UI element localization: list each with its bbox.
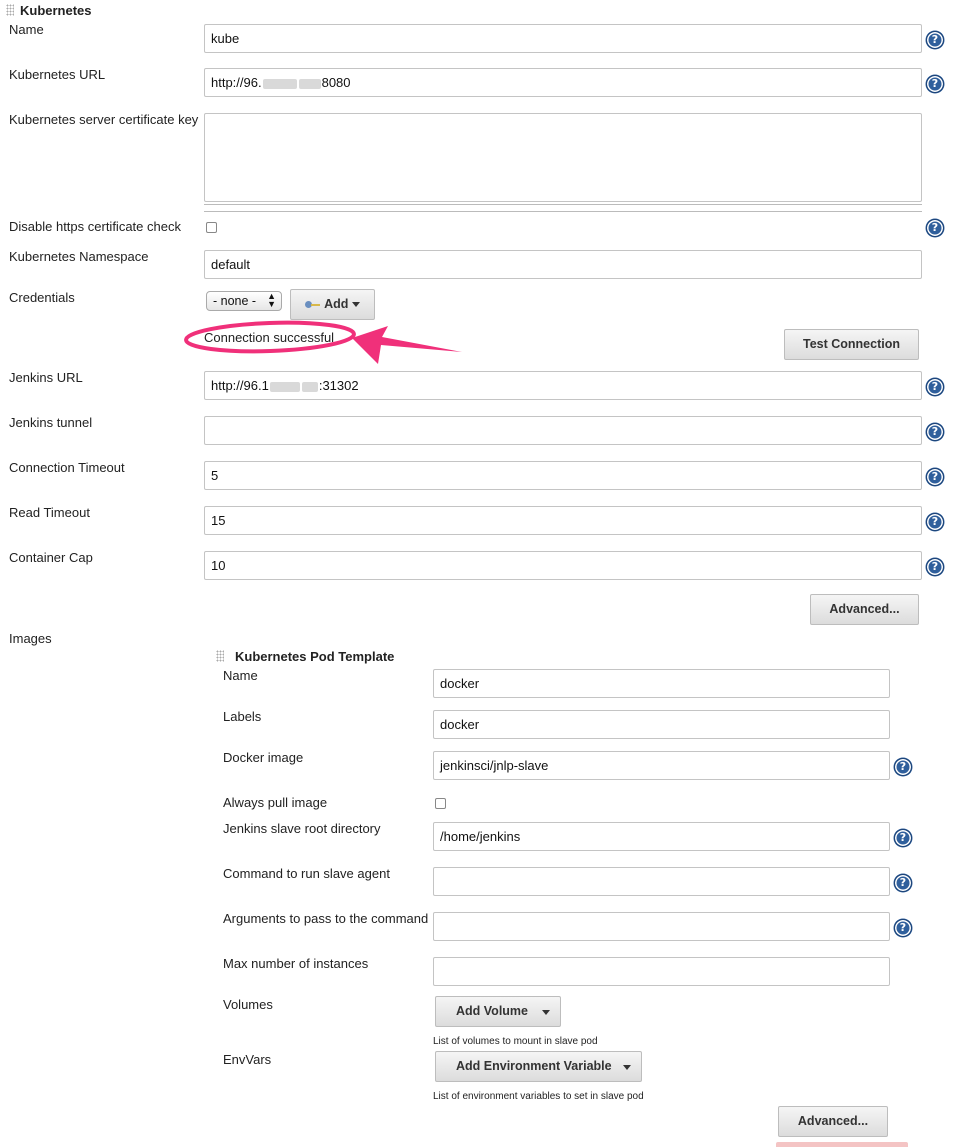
drag-handle-icon[interactable] <box>6 4 14 16</box>
annotation-arrow <box>184 320 462 364</box>
updown-icon: ▲ ▼ <box>267 291 276 309</box>
jenkins-tunnel-label: Jenkins tunnel <box>9 415 93 430</box>
section-title-pod-template: Kubernetes Pod Template <box>235 649 395 664</box>
command-input[interactable] <box>433 867 890 896</box>
jenkins-tunnel-input[interactable] <box>204 416 922 445</box>
images-label: Images <box>9 631 52 646</box>
read-timeout-input[interactable]: 15 <box>204 506 922 535</box>
redacted-blur <box>301 381 318 392</box>
redacted-blur <box>262 78 297 89</box>
help-icon[interactable]: ? <box>894 874 912 892</box>
namespace-input[interactable]: default <box>204 250 922 279</box>
arguments-label: Arguments to pass to the command <box>223 911 429 926</box>
volumes-label: Volumes <box>223 997 273 1012</box>
chevron-down-icon <box>351 302 360 308</box>
redacted-blur <box>269 381 300 392</box>
add-envvar-label: Add Environment Variable <box>456 1059 612 1073</box>
help-icon[interactable]: ? <box>926 423 944 441</box>
help-icon[interactable]: ? <box>926 75 944 93</box>
container-cap-label: Container Cap <box>9 550 93 565</box>
help-icon[interactable]: ? <box>926 558 944 576</box>
max-instances-label: Max number of instances <box>223 956 369 971</box>
name-input[interactable]: kube <box>204 24 922 53</box>
connection-timeout-label: Connection Timeout <box>9 460 125 475</box>
pod-labels-input[interactable]: docker <box>433 710 890 739</box>
container-cap-input[interactable]: 10 <box>204 551 922 580</box>
envvars-label: EnvVars <box>223 1052 272 1067</box>
read-timeout-label: Read Timeout <box>9 505 90 520</box>
max-instances-input[interactable] <box>433 957 890 986</box>
cert-key-label: Kubernetes server certificate key <box>9 112 199 127</box>
pod-name-input[interactable]: docker <box>433 669 890 698</box>
credentials-label: Credentials <box>9 290 75 305</box>
drag-handle-icon[interactable] <box>216 650 224 662</box>
arguments-input[interactable] <box>433 912 890 941</box>
test-connection-button[interactable]: Test Connection <box>784 329 919 360</box>
chevron-down-icon <box>623 1065 631 1070</box>
section-title-kubernetes: Kubernetes <box>20 3 92 18</box>
connection-timeout-input[interactable]: 5 <box>204 461 922 490</box>
add-volume-label: Add Volume <box>456 1004 528 1018</box>
pod-advanced-button[interactable]: Advanced... <box>778 1106 888 1137</box>
name-label: Name <box>9 22 44 37</box>
kubernetes-url-input[interactable]: http://96. 8080 <box>204 68 922 97</box>
docker-image-label: Docker image <box>223 750 304 765</box>
help-icon[interactable]: ? <box>926 219 944 237</box>
help-icon[interactable]: ? <box>894 758 912 776</box>
help-icon[interactable]: ? <box>926 513 944 531</box>
root-dir-label: Jenkins slave root directory <box>223 821 381 836</box>
add-volume-button[interactable]: Add Volume <box>435 996 561 1027</box>
credentials-selected: - none - <box>213 294 257 308</box>
root-dir-input[interactable]: /home/jenkins <box>433 822 890 851</box>
always-pull-checkbox[interactable] <box>435 798 446 809</box>
envvars-hint: List of environment variables to set in … <box>433 1091 644 1102</box>
add-label: Add <box>324 297 349 311</box>
help-icon[interactable]: ? <box>926 378 944 396</box>
jenkins-url-suffix: :31302 <box>318 378 359 393</box>
add-envvar-button[interactable]: Add Environment Variable <box>435 1051 642 1082</box>
help-icon[interactable]: ? <box>894 829 912 847</box>
pod-name-label: Name <box>223 668 258 683</box>
always-pull-label: Always pull image <box>223 795 328 810</box>
kubernetes-url-suffix: 8080 <box>321 75 351 90</box>
volumes-hint: List of volumes to mount in slave pod <box>433 1036 598 1047</box>
command-label: Command to run slave agent <box>223 866 390 881</box>
docker-image-input[interactable]: jenkinsci/jnlp-slave <box>433 751 890 780</box>
key-icon <box>305 300 321 309</box>
help-icon[interactable]: ? <box>894 919 912 937</box>
redacted-blur <box>298 78 321 89</box>
credentials-select[interactable]: - none - ▲ ▼ <box>206 291 282 311</box>
disable-https-checkbox[interactable] <box>206 222 217 233</box>
textarea-resize-handle[interactable] <box>204 204 922 212</box>
disable-https-label: Disable https certificate check <box>9 219 181 234</box>
jenkins-url-label: Jenkins URL <box>9 370 83 385</box>
pod-labels-label: Labels <box>223 709 262 724</box>
help-icon[interactable]: ? <box>926 468 944 486</box>
jenkins-url-prefix: http://96.1 <box>211 378 269 393</box>
advanced-button[interactable]: Advanced... <box>810 594 919 625</box>
jenkins-url-input[interactable]: http://96.1 :31302 <box>204 371 922 400</box>
delete-button-edge[interactable] <box>776 1142 908 1147</box>
help-icon[interactable]: ? <box>926 31 944 49</box>
kubernetes-url-label: Kubernetes URL <box>9 67 106 82</box>
cert-key-textarea[interactable] <box>204 113 922 202</box>
chevron-down-icon <box>542 1010 550 1015</box>
namespace-label: Kubernetes Namespace <box>9 249 149 264</box>
kubernetes-url-prefix: http://96. <box>211 75 262 90</box>
